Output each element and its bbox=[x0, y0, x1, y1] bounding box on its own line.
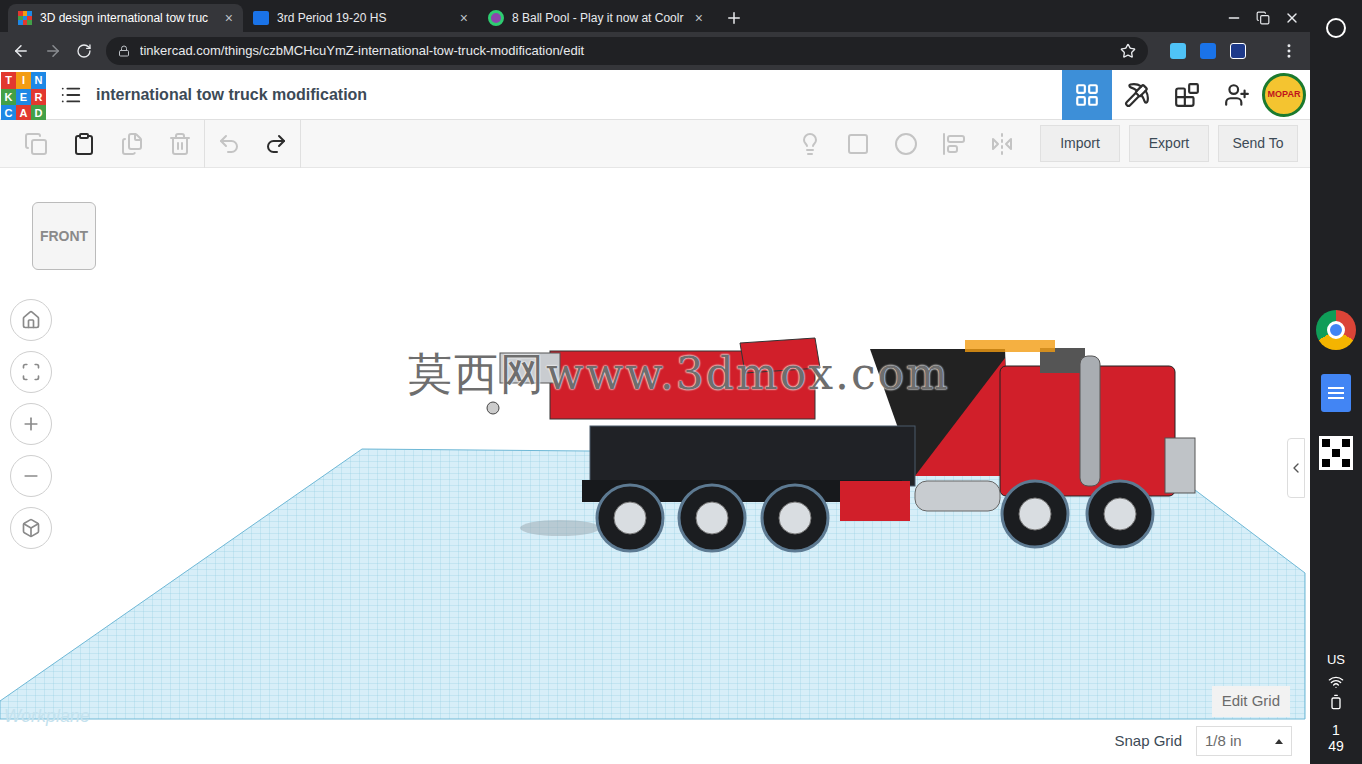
tab-strip: 3D design international tow truc×3rd Per… bbox=[0, 0, 1310, 32]
back-icon[interactable] bbox=[12, 42, 30, 60]
wifi-icon bbox=[1328, 674, 1344, 690]
logo-letter: N bbox=[31, 72, 46, 89]
view-mode-button[interactable] bbox=[1062, 70, 1112, 120]
reload-icon[interactable] bbox=[76, 43, 92, 59]
tab-title: 3D design international tow truc bbox=[40, 9, 217, 27]
mirror-icon[interactable] bbox=[990, 132, 1014, 156]
collapse-panel-button[interactable] bbox=[1287, 438, 1305, 498]
logo-letter: K bbox=[1, 89, 16, 106]
tab-close-button[interactable]: × bbox=[695, 8, 703, 29]
view-mode-button[interactable] bbox=[1112, 70, 1162, 120]
fit-view-icon bbox=[21, 362, 41, 382]
perspective-icon bbox=[21, 518, 41, 538]
tab-close-button[interactable]: × bbox=[460, 8, 468, 29]
extension-1-icon[interactable] bbox=[1170, 43, 1186, 59]
launcher-icon[interactable] bbox=[1326, 18, 1346, 38]
battery-icon bbox=[1328, 694, 1344, 710]
notes-icon[interactable] bbox=[798, 132, 822, 156]
toolbar: ImportExportSend To bbox=[0, 120, 1310, 168]
minimize-icon[interactable] bbox=[1226, 10, 1242, 26]
toolbar-button[interactable]: Export bbox=[1129, 125, 1209, 162]
hole-icon[interactable] bbox=[894, 132, 918, 156]
snap-grid-label: Snap Grid bbox=[1114, 730, 1182, 753]
align-icon[interactable] bbox=[942, 132, 966, 156]
tinkercad-logo[interactable]: TINKERCAD bbox=[1, 72, 46, 117]
workplane-scene[interactable] bbox=[0, 168, 1310, 764]
user-avatar[interactable]: MOPAR bbox=[1262, 73, 1306, 117]
paste-icon[interactable] bbox=[72, 132, 96, 156]
extension-2-icon[interactable] bbox=[1200, 43, 1216, 59]
tab-title: 8 Ball Pool - Play it now at Coolr bbox=[512, 9, 687, 27]
tab-title: 3rd Period 19-20 HS bbox=[277, 9, 452, 27]
close-window-icon[interactable] bbox=[1284, 10, 1300, 26]
chrome-app-icon[interactable] bbox=[1316, 310, 1356, 350]
status-area[interactable]: US 149 bbox=[1327, 650, 1345, 754]
address-bar-row: tinkercad.com/things/czbMCHcuYmZ-interna… bbox=[0, 32, 1310, 70]
browser-window: 3D design international tow truc×3rd Per… bbox=[0, 0, 1310, 764]
url-text: tinkercad.com/things/czbMCHcuYmZ-interna… bbox=[140, 41, 1110, 61]
nav-button[interactable] bbox=[10, 455, 52, 497]
locale: US bbox=[1327, 650, 1345, 670]
logo-letter: I bbox=[16, 72, 31, 89]
clock: 149 bbox=[1328, 722, 1344, 754]
nav-controls bbox=[10, 299, 52, 549]
view-cube[interactable]: FRONT bbox=[32, 202, 96, 270]
shape-icon[interactable] bbox=[846, 132, 870, 156]
nav-button[interactable] bbox=[10, 351, 52, 393]
extension-3-icon[interactable] bbox=[1230, 43, 1246, 59]
add-user-icon[interactable] bbox=[1224, 82, 1250, 108]
qr-app-icon[interactable] bbox=[1319, 436, 1353, 470]
toolbar-button[interactable]: Send To bbox=[1218, 125, 1298, 162]
nav-button[interactable] bbox=[10, 403, 52, 445]
omnibox[interactable]: tinkercad.com/things/czbMCHcuYmZ-interna… bbox=[106, 37, 1148, 65]
design-title[interactable]: international tow truck modification bbox=[96, 83, 367, 107]
bricks-icon bbox=[1174, 82, 1200, 108]
tab-close-button[interactable]: × bbox=[225, 8, 233, 29]
classroom-favicon-icon bbox=[253, 11, 269, 25]
docs-app-icon[interactable] bbox=[1321, 374, 1351, 412]
new-tab-icon[interactable] bbox=[725, 9, 743, 27]
logo-letter: T bbox=[1, 72, 16, 89]
logo-letter: E bbox=[16, 89, 31, 106]
game-favicon-icon bbox=[488, 10, 504, 26]
delete-icon[interactable] bbox=[168, 132, 192, 156]
view-mode-button[interactable] bbox=[1162, 70, 1212, 120]
tinkercad-favicon-icon bbox=[18, 11, 32, 25]
browser-tab[interactable]: 3D design international tow truc × bbox=[8, 4, 243, 32]
dropdown-caret-icon bbox=[1275, 739, 1283, 744]
browser-tab[interactable]: 3rd Period 19-20 HS × bbox=[243, 4, 478, 32]
chrome-menu-icon[interactable] bbox=[1280, 42, 1298, 60]
design-canvas[interactable]: FRONT 莫西网www.3dmox.com Workplane Edit Grid S… bbox=[0, 168, 1310, 764]
snap-grid: Snap Grid 1/8 in bbox=[1114, 726, 1292, 756]
browser-tab[interactable]: 8 Ball Pool - Play it now at Coolr × bbox=[478, 4, 713, 32]
workplane-grid[interactable] bbox=[0, 449, 1305, 719]
design-list-icon[interactable] bbox=[60, 84, 82, 106]
app-header: TINKERCAD international tow truck modific… bbox=[0, 70, 1310, 120]
desktop: 3D design international tow truc×3rd Per… bbox=[0, 0, 1362, 764]
copy-icon[interactable] bbox=[24, 132, 48, 156]
3d-design-icon bbox=[1074, 82, 1100, 108]
lock-icon bbox=[118, 45, 130, 57]
duplicate-icon[interactable] bbox=[120, 132, 144, 156]
forward-icon[interactable] bbox=[44, 42, 62, 60]
edit-grid-button[interactable]: Edit Grid bbox=[1212, 686, 1290, 717]
shelf: US 149 bbox=[1310, 0, 1362, 764]
undo-icon[interactable] bbox=[217, 132, 241, 156]
workplane-label: Workplane bbox=[4, 703, 90, 730]
bookmark-star-icon[interactable] bbox=[1120, 43, 1136, 59]
watermark: 莫西网www.3dmox.com bbox=[408, 352, 950, 396]
nav-button[interactable] bbox=[10, 507, 52, 549]
snap-grid-select[interactable]: 1/8 in bbox=[1196, 726, 1292, 756]
restore-icon[interactable] bbox=[1256, 11, 1270, 25]
nav-button[interactable] bbox=[10, 299, 52, 341]
minecraft-icon bbox=[1124, 82, 1150, 108]
logo-letter: R bbox=[31, 89, 46, 106]
home-icon bbox=[21, 310, 41, 330]
chevron-left-icon bbox=[1288, 460, 1304, 476]
toolbar-button[interactable]: Import bbox=[1040, 125, 1120, 162]
zoom-out-icon bbox=[21, 466, 41, 486]
zoom-in-icon bbox=[21, 414, 41, 434]
redo-icon[interactable] bbox=[264, 132, 288, 156]
